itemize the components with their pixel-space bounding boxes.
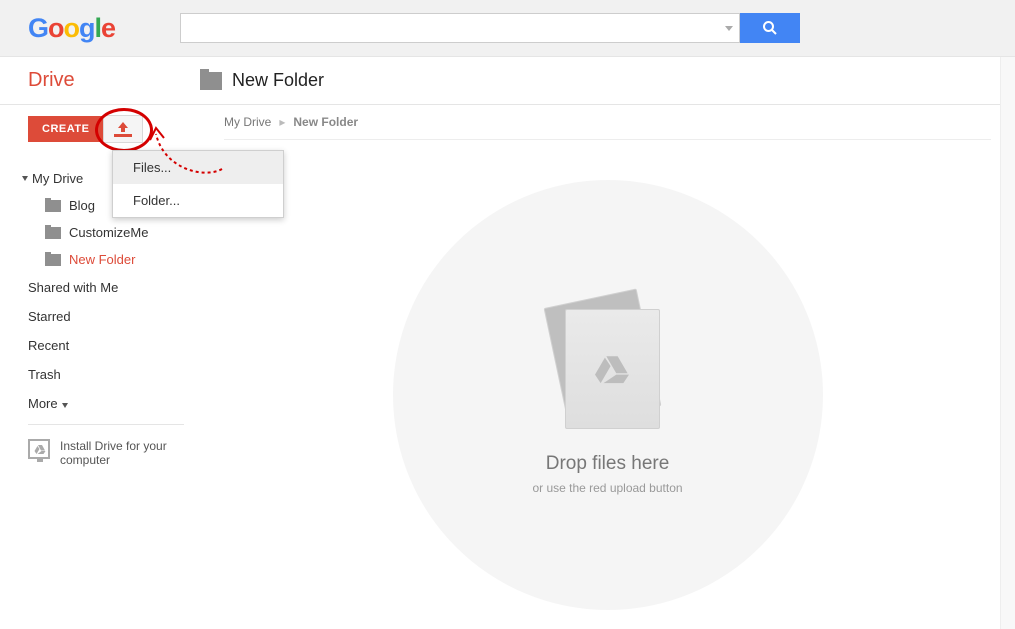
search-options-icon[interactable] xyxy=(725,26,733,31)
app-title[interactable]: Drive xyxy=(0,69,200,92)
folder-icon xyxy=(45,227,61,239)
upload-button[interactable] xyxy=(103,115,143,143)
install-label: Install Drive for your computer xyxy=(60,439,184,467)
nav-root-label: My Drive xyxy=(32,171,83,186)
nav-recent[interactable]: Recent xyxy=(0,331,200,360)
create-row: CREATE xyxy=(0,115,200,143)
nav-item-label: New Folder xyxy=(69,252,135,267)
search-icon xyxy=(762,20,778,36)
nav-trash[interactable]: Trash xyxy=(0,360,200,389)
breadcrumb-root[interactable]: My Drive xyxy=(224,115,271,129)
file-stack-icon xyxy=(543,295,673,445)
search-wrap xyxy=(180,13,800,43)
nav-item-label: Blog xyxy=(69,198,95,213)
drop-zone[interactable]: Drop files here or use the red upload bu… xyxy=(393,180,823,610)
breadcrumb-current: New Folder xyxy=(293,115,358,129)
location-title: New Folder xyxy=(232,70,324,91)
nav-shared[interactable]: Shared with Me xyxy=(0,273,200,302)
upload-folder-item[interactable]: Folder... xyxy=(113,184,283,217)
title-row: Drive New Folder xyxy=(0,57,1015,105)
create-button[interactable]: CREATE xyxy=(28,116,103,142)
monitor-icon xyxy=(28,439,50,459)
breadcrumb: My Drive ▸ New Folder xyxy=(224,113,991,140)
nav-item-new-folder[interactable]: New Folder xyxy=(0,246,200,273)
nav-item-customizeme[interactable]: CustomizeMe xyxy=(0,219,200,246)
scrollbar[interactable] xyxy=(1000,57,1015,629)
sidebar-divider xyxy=(28,424,184,425)
upload-menu: Files... Folder... xyxy=(112,150,284,218)
search-input[interactable] xyxy=(180,13,740,43)
search-button[interactable] xyxy=(740,13,800,43)
content-area: My Drive ▸ New Folder Drop files here or… xyxy=(200,105,1015,629)
upload-files-item[interactable]: Files... xyxy=(113,151,283,184)
drive-icon xyxy=(595,354,629,384)
drive-glyph-icon xyxy=(34,444,46,454)
drop-subtitle: or use the red upload button xyxy=(532,481,682,495)
folder-icon xyxy=(45,254,61,266)
upload-icon xyxy=(114,121,132,137)
nav-item-label: CustomizeMe xyxy=(69,225,148,240)
install-drive-link[interactable]: Install Drive for your computer xyxy=(0,431,200,475)
nav-starred[interactable]: Starred xyxy=(0,302,200,331)
folder-icon xyxy=(45,200,61,212)
chevron-right-icon: ▸ xyxy=(279,115,285,129)
nav-more[interactable]: More xyxy=(0,389,200,418)
google-logo[interactable]: Google xyxy=(28,13,115,44)
header-bar: Google xyxy=(0,0,1015,57)
folder-icon xyxy=(200,72,222,90)
drop-title: Drop files here xyxy=(546,453,670,475)
